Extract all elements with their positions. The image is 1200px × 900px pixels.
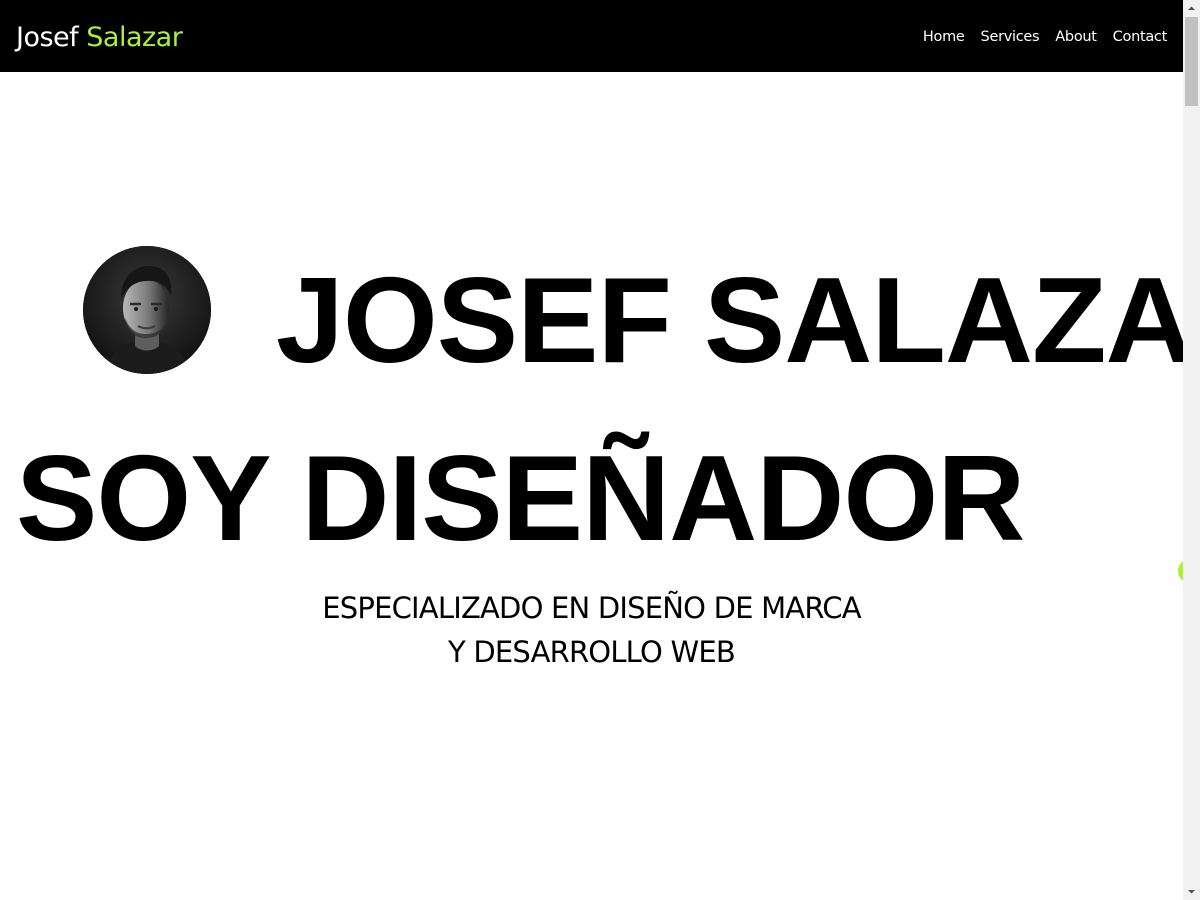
viewport: Josef Salazar Home Services About Contac… — [0, 0, 1183, 900]
hero-tagline-line1: ESPECIALIZADO EN DISEÑO DE MARCA — [322, 591, 861, 625]
hero-tagline: ESPECIALIZADO EN DISEÑO DE MARCA Y DESAR… — [0, 586, 1183, 674]
scroll-up-arrow-icon — [1188, 6, 1195, 10]
nav-link-contact[interactable]: Contact — [1113, 26, 1168, 48]
nav-link-services[interactable]: Services — [981, 26, 1040, 48]
hero-role-heading: SOY DISEÑADOR — [16, 430, 1025, 566]
page: Josef Salazar Home Services About Contac… — [0, 0, 1200, 900]
brand-first-name: Josef — [16, 22, 79, 53]
nav-link-about[interactable]: About — [1055, 26, 1097, 48]
scroll-down-arrow-icon — [1188, 890, 1195, 894]
brand-last-name: Salazar — [86, 22, 183, 53]
nav-menu: Home Services About Contact — [923, 26, 1167, 48]
person-portrait-icon — [83, 246, 211, 374]
hero-tagline-line2: Y DESARROLLO WEB — [448, 635, 736, 669]
scroll-down-button[interactable] — [1183, 883, 1200, 900]
avatar — [83, 246, 211, 374]
scrollbar-thumb[interactable] — [1185, 17, 1198, 106]
hero-name-heading: JOSEF SALAZAR — [276, 252, 1183, 388]
navbar: Josef Salazar Home Services About Contac… — [0, 0, 1183, 72]
brand-logo[interactable]: Josef Salazar — [16, 20, 183, 56]
scroll-up-button[interactable] — [1183, 0, 1200, 17]
nav-link-home[interactable]: Home — [923, 26, 965, 48]
vertical-scrollbar[interactable] — [1183, 0, 1200, 900]
